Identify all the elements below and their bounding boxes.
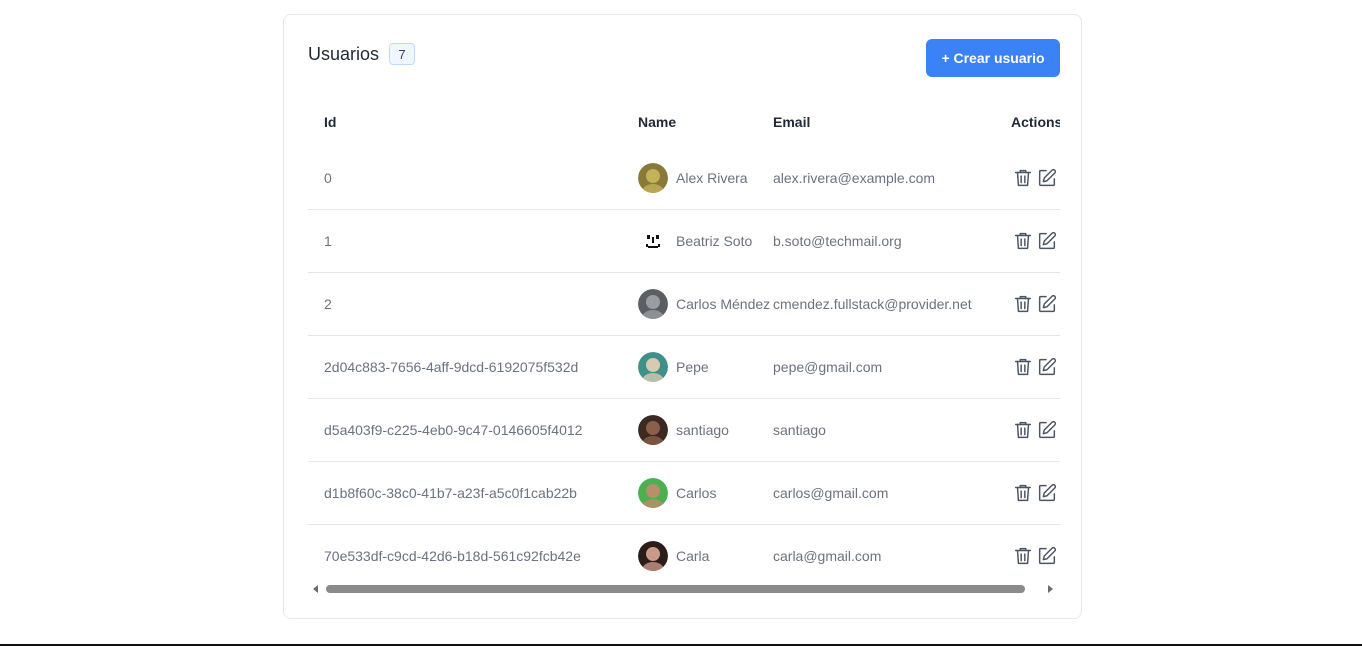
user-avatar xyxy=(638,541,668,571)
cell-id: 70e533df-c9cd-42d6-b18d-561c92fcb42e xyxy=(324,548,581,564)
trash-icon xyxy=(1014,169,1032,187)
cell-id: 2d04c883-7656-4aff-9dcd-6192075f532d xyxy=(324,359,579,375)
user-avatar xyxy=(638,289,668,319)
cell-id: d5a403f9-c225-4eb0-9c47-0146605f4012 xyxy=(324,422,583,438)
edit-icon xyxy=(1038,231,1057,250)
trash-icon xyxy=(1014,295,1032,313)
delete-user-button[interactable] xyxy=(1011,166,1035,190)
cell-actions xyxy=(1011,462,1059,524)
cell-actions xyxy=(1011,273,1059,335)
user-name: santiago xyxy=(676,422,729,438)
edit-icon xyxy=(1038,294,1057,313)
delete-user-button[interactable] xyxy=(1011,418,1035,442)
cell-actions xyxy=(1011,525,1059,583)
table-row: d1b8f60c-38c0-41b7-a23f-a5c0f1cab22b Carl… xyxy=(308,462,1060,525)
cell-actions xyxy=(1011,210,1059,272)
scroll-left-arrow-icon[interactable] xyxy=(310,583,322,595)
cell-name: Pepe xyxy=(638,336,709,398)
cell-name: Carlos Méndez xyxy=(638,273,770,335)
cell-name: Alex Rivera xyxy=(638,147,748,209)
cell-email: carla@gmail.com xyxy=(773,548,882,564)
users-table: Id Name Email Actions 0 Alex Rivera alex.r… xyxy=(308,97,1060,583)
table-row: 1 Beatriz Soto b.soto@techmail.org xyxy=(308,210,1060,273)
create-user-button[interactable]: + Crear usuario xyxy=(926,39,1060,77)
table-row: 70e533df-c9cd-42d6-b18d-561c92fcb42e Carl… xyxy=(308,525,1060,583)
user-avatar xyxy=(638,352,668,382)
cell-name: santiago xyxy=(638,399,729,461)
table-row: 2 Carlos Méndez cmendez.fullstack@provider… xyxy=(308,273,1060,336)
edit-user-button[interactable] xyxy=(1035,481,1059,505)
cell-name: Carla xyxy=(638,525,709,583)
horizontal-scrollbar[interactable] xyxy=(308,583,1060,595)
delete-user-button[interactable] xyxy=(1011,229,1035,253)
column-header-email: Email xyxy=(773,114,811,130)
trash-icon xyxy=(1014,421,1032,439)
cell-actions xyxy=(1011,147,1059,209)
trash-icon xyxy=(1014,484,1032,502)
cell-id: 0 xyxy=(324,170,332,186)
trash-icon xyxy=(1014,547,1032,565)
cell-id: 2 xyxy=(324,296,332,312)
cell-id: 1 xyxy=(324,233,332,249)
cell-name: Carlos xyxy=(638,462,716,524)
delete-user-button[interactable] xyxy=(1011,355,1035,379)
edit-icon xyxy=(1038,546,1057,565)
column-header-actions: Actions xyxy=(1011,114,1060,130)
trash-icon xyxy=(1014,232,1032,250)
table-row: 2d04c883-7656-4aff-9dcd-6192075f532d Pepe… xyxy=(308,336,1060,399)
edit-user-button[interactable] xyxy=(1035,166,1059,190)
cell-actions xyxy=(1011,336,1059,398)
delete-user-button[interactable] xyxy=(1011,481,1035,505)
column-header-name: Name xyxy=(638,114,677,130)
scrollbar-thumb[interactable] xyxy=(326,585,1025,593)
cell-email: b.soto@techmail.org xyxy=(773,233,902,249)
cell-name: Beatriz Soto xyxy=(638,210,752,272)
table-row: d5a403f9-c225-4eb0-9c47-0146605f4012 sant… xyxy=(308,399,1060,462)
user-avatar xyxy=(638,478,668,508)
edit-icon xyxy=(1038,168,1057,187)
edit-user-button[interactable] xyxy=(1035,292,1059,316)
column-header-id: Id xyxy=(324,114,337,130)
delete-user-button[interactable] xyxy=(1011,544,1035,568)
table-row: 0 Alex Rivera alex.rivera@example.com xyxy=(308,147,1060,210)
cell-email: alex.rivera@example.com xyxy=(773,170,936,186)
cell-actions xyxy=(1011,399,1059,461)
edit-user-button[interactable] xyxy=(1035,418,1059,442)
user-name: Carla xyxy=(676,548,710,564)
edit-icon xyxy=(1038,357,1057,376)
user-count-badge: 7 xyxy=(389,43,415,65)
user-name: Alex Rivera xyxy=(676,170,748,186)
edit-icon xyxy=(1038,420,1057,439)
edit-user-button[interactable] xyxy=(1035,355,1059,379)
user-name: Beatriz Soto xyxy=(676,233,753,249)
panel-title: Usuarios xyxy=(308,44,380,64)
trash-icon xyxy=(1014,358,1032,376)
edit-icon xyxy=(1038,483,1057,502)
delete-user-button[interactable] xyxy=(1011,292,1035,316)
user-name: Carlos Méndez xyxy=(676,296,771,312)
user-avatar xyxy=(638,163,668,193)
cell-email: pepe@gmail.com xyxy=(773,359,883,375)
user-name: Pepe xyxy=(676,359,709,375)
users-panel: Usuarios 7 + Crear usuario Id Name Email… xyxy=(283,14,1082,619)
edit-user-button[interactable] xyxy=(1035,544,1059,568)
edit-user-button[interactable] xyxy=(1035,229,1059,253)
user-name: Carlos xyxy=(676,485,717,501)
cell-email: cmendez.fullstack@provider.net xyxy=(773,296,972,312)
user-avatar xyxy=(638,226,668,256)
cell-id: d1b8f60c-38c0-41b7-a23f-a5c0f1cab22b xyxy=(324,485,577,501)
user-avatar xyxy=(638,415,668,445)
cell-email: carlos@gmail.com xyxy=(773,485,889,501)
cell-email: santiago xyxy=(773,422,826,438)
scroll-right-arrow-icon[interactable] xyxy=(1044,583,1056,595)
